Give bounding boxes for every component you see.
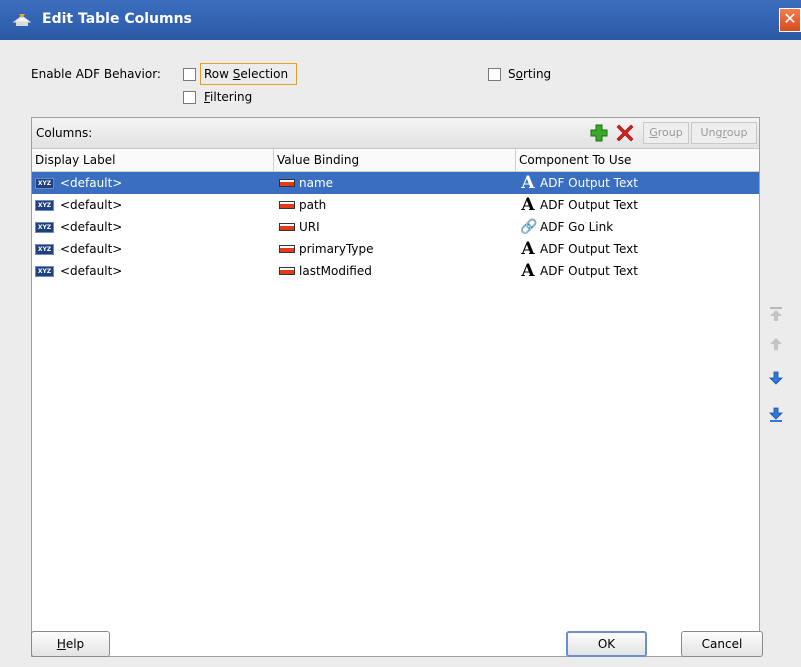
- ungroup-button[interactable]: Ungroup: [691, 122, 757, 144]
- dialog-body: Enable ADF Behavior: Row Selection Filte…: [0, 40, 801, 667]
- header-display-label[interactable]: Display Label: [32, 149, 274, 171]
- value-binding: lastModified: [299, 264, 372, 278]
- xyz-icon: XYZ: [35, 177, 54, 189]
- xyz-icon: XYZ: [35, 265, 54, 277]
- sorting-checkbox[interactable]: [488, 68, 501, 81]
- ok-button[interactable]: OK: [566, 631, 647, 657]
- field-icon: [279, 245, 295, 253]
- field-icon: [279, 267, 295, 275]
- value-binding: URI: [299, 220, 320, 234]
- value-binding: primaryType: [299, 242, 374, 256]
- display-label: <default>: [60, 264, 123, 278]
- text-A-icon: A: [521, 261, 535, 281]
- cancel-button[interactable]: Cancel: [681, 631, 763, 657]
- xyz-icon: XYZ: [35, 221, 54, 233]
- header-component-to-use[interactable]: Component To Use: [516, 149, 759, 171]
- table-row[interactable]: XYZ <default> path A ADF Output Text: [32, 194, 759, 216]
- link-icon: 🔗: [520, 219, 538, 235]
- add-icon[interactable]: [590, 124, 608, 142]
- row-selection-label[interactable]: Row Selection: [204, 67, 288, 81]
- columns-toolbar: Columns: Group Ungroup: [32, 118, 759, 149]
- table-row[interactable]: XYZ <default> name A ADF Output Text: [32, 172, 759, 194]
- component: ADF Output Text: [540, 198, 638, 212]
- field-icon: [279, 201, 295, 209]
- columns-panel: Columns: Group Ungroup Display Label Val…: [31, 117, 760, 657]
- field-icon: [279, 179, 295, 187]
- text-A-icon: A: [521, 173, 535, 193]
- text-A-icon: A: [521, 195, 535, 215]
- sorting-label[interactable]: Sorting: [508, 67, 551, 81]
- move-up-icon[interactable]: [768, 336, 784, 352]
- display-label: <default>: [60, 242, 123, 256]
- move-down-icon[interactable]: [768, 370, 784, 386]
- component: ADF Output Text: [540, 176, 638, 190]
- move-to-top-icon[interactable]: [768, 306, 784, 322]
- xyz-icon: XYZ: [35, 199, 54, 211]
- table-edit-icon: [12, 14, 32, 26]
- table-row[interactable]: XYZ <default> URI 🔗 ADF Go Link: [32, 216, 759, 238]
- close-button[interactable]: ✕: [779, 8, 801, 32]
- columns-caption: Columns:: [36, 126, 93, 140]
- group-button[interactable]: Group: [643, 122, 689, 144]
- value-binding: name: [299, 176, 334, 190]
- table-row[interactable]: XYZ <default> primaryType A ADF Output Tex…: [32, 238, 759, 260]
- header-value-binding[interactable]: Value Binding: [274, 149, 516, 171]
- display-label: <default>: [60, 220, 123, 234]
- field-icon: [279, 223, 295, 231]
- dialog-title: Edit Table Columns: [42, 11, 192, 27]
- component: ADF Go Link: [540, 220, 614, 234]
- title-bar: Edit Table Columns ✕: [0, 0, 801, 40]
- table-row[interactable]: XYZ <default> lastModified A ADF Output Te…: [32, 260, 759, 282]
- row-selection-checkbox[interactable]: [183, 68, 196, 81]
- filtering-label[interactable]: Filtering: [204, 90, 252, 104]
- component: ADF Output Text: [540, 264, 638, 278]
- help-button[interactable]: Help: [31, 631, 110, 657]
- xyz-icon: XYZ: [35, 243, 54, 255]
- move-to-bottom-icon[interactable]: [768, 407, 784, 423]
- value-binding: path: [299, 198, 327, 212]
- enable-adf-behavior-label: Enable ADF Behavior:: [31, 67, 161, 81]
- table-header: Display Label Value Binding Component To…: [32, 149, 759, 172]
- text-A-icon: A: [521, 239, 535, 259]
- filtering-checkbox[interactable]: [183, 91, 196, 104]
- delete-icon[interactable]: [616, 124, 634, 142]
- display-label: <default>: [60, 176, 123, 190]
- display-label: <default>: [60, 198, 123, 212]
- component: ADF Output Text: [540, 242, 638, 256]
